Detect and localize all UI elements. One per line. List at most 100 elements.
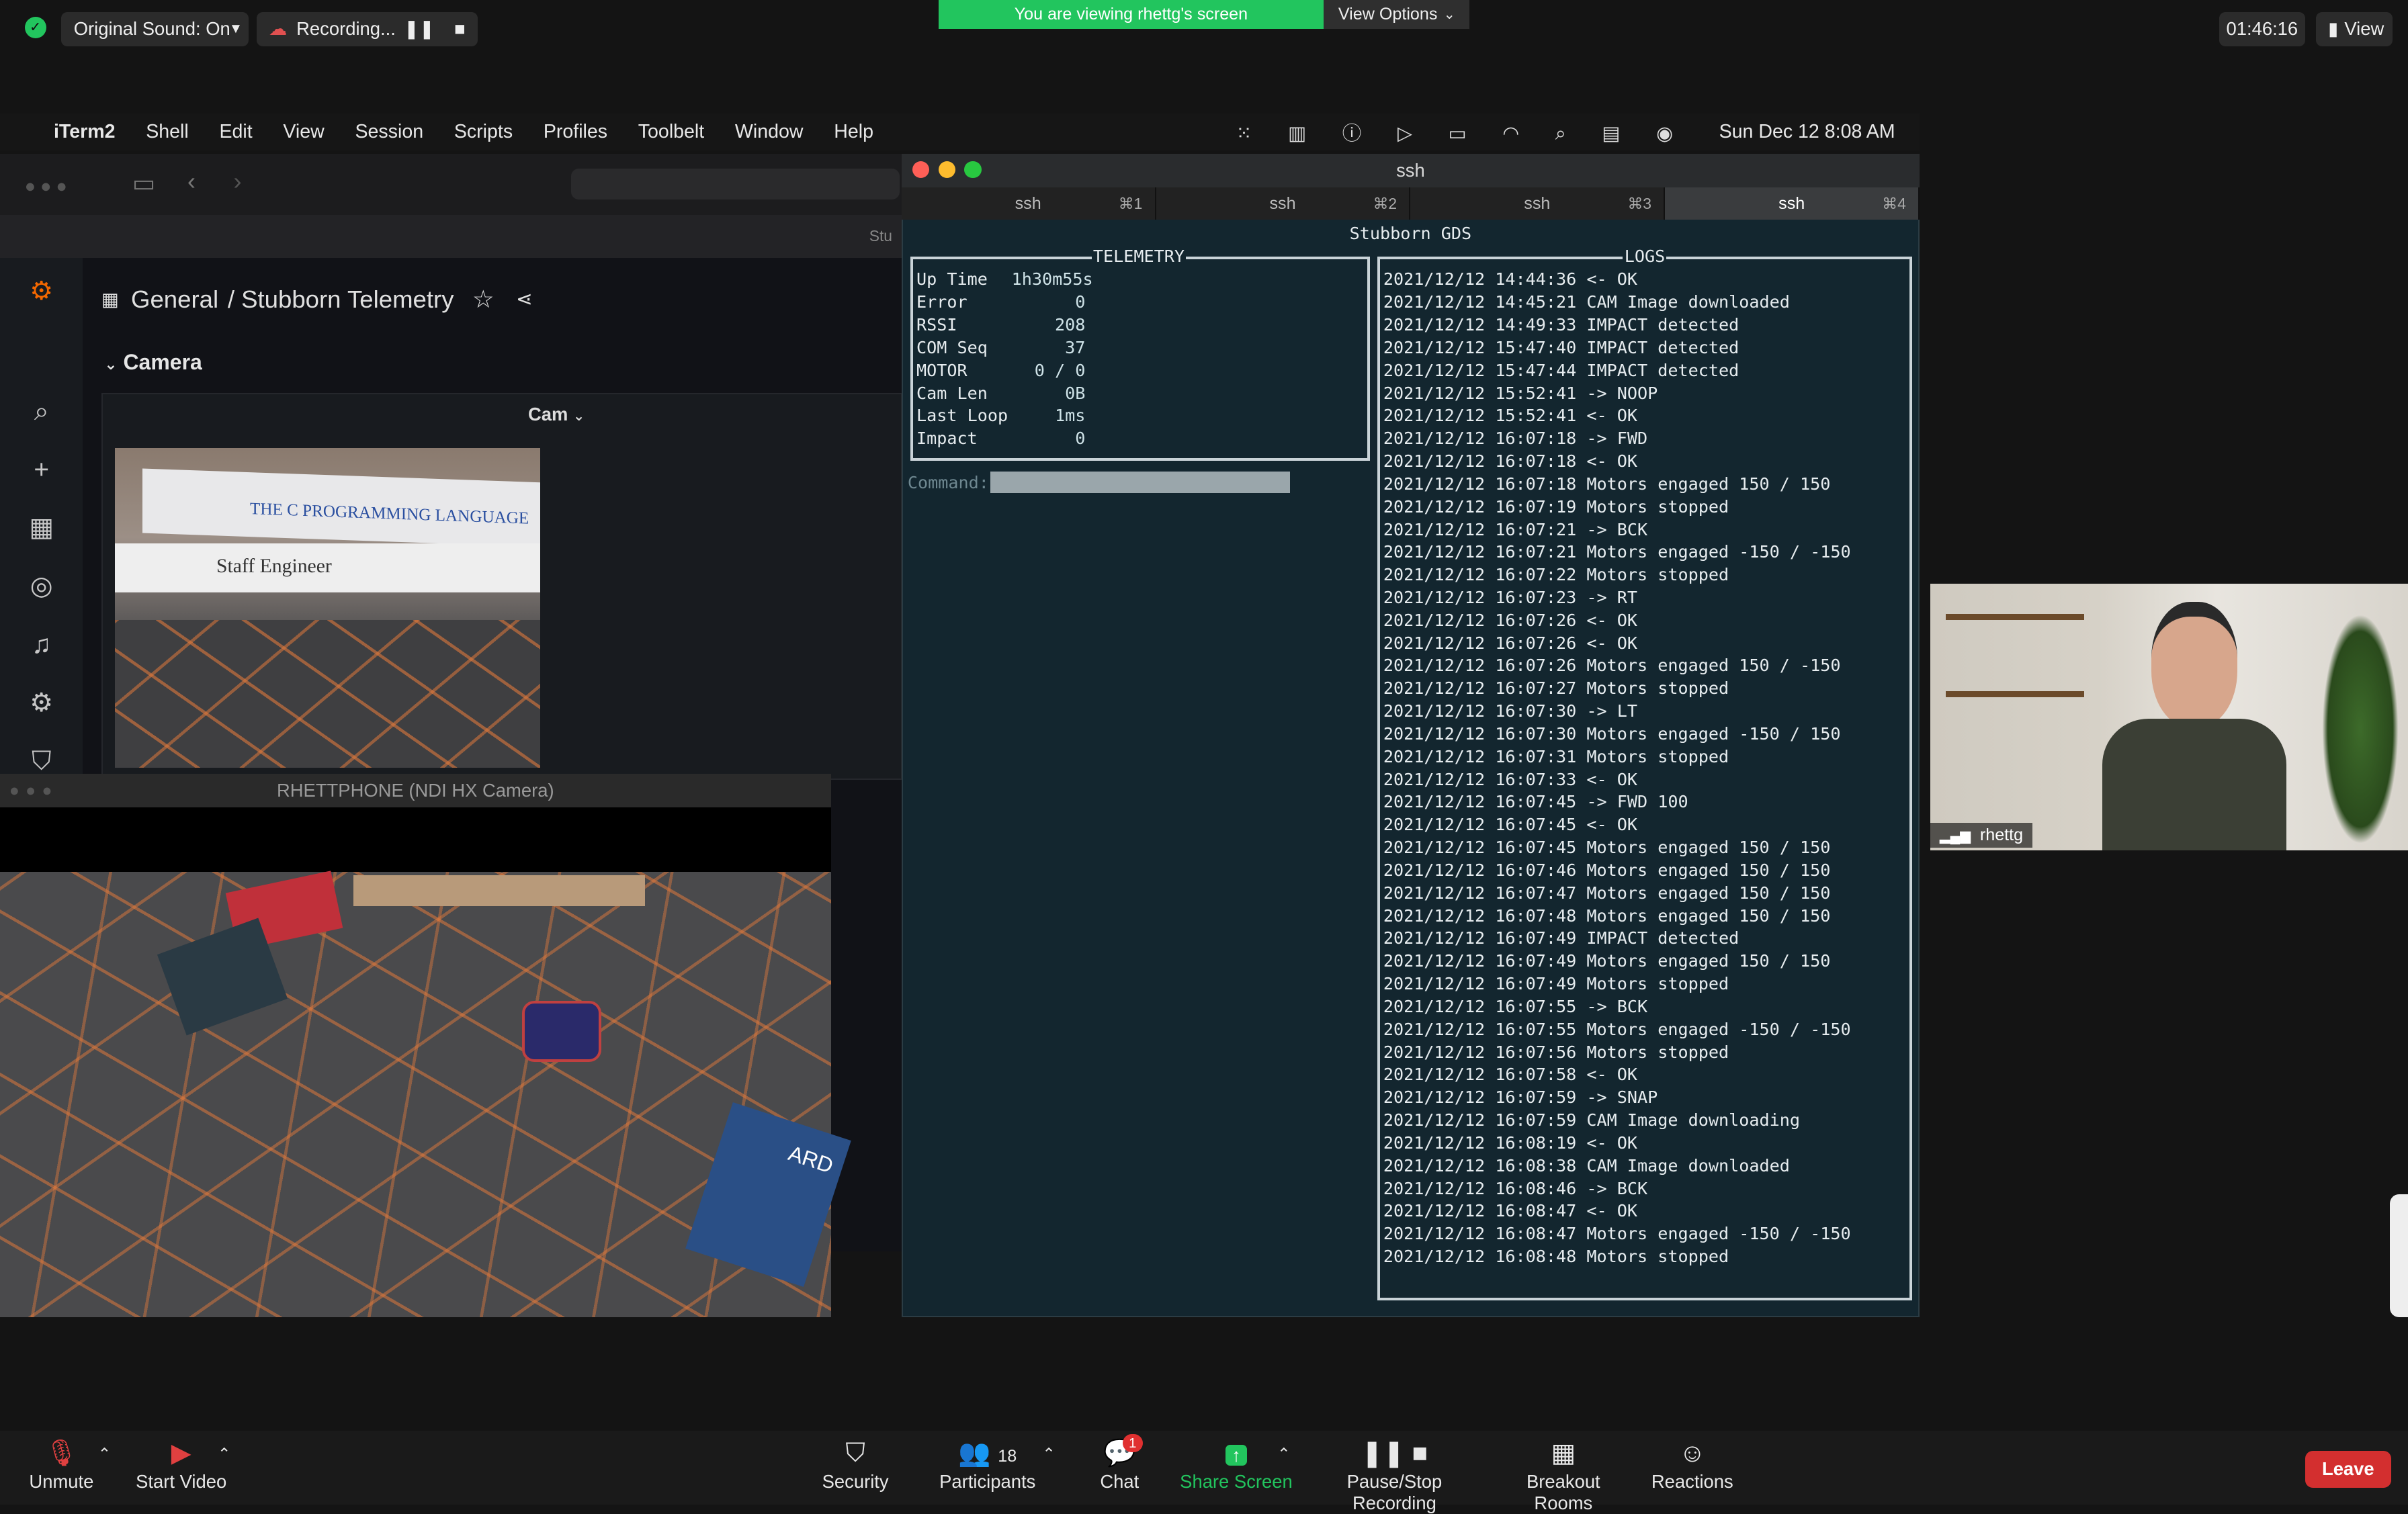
chevron-down-icon: ⌄ [1443,7,1455,23]
menu-item[interactable]: Toolbelt [638,121,704,143]
close-button[interactable] [912,161,929,179]
gear-icon[interactable]: ⚙ [26,688,57,719]
sidebar-toggle-icon[interactable]: ▭ [132,169,156,197]
shield-icon: ✓ [24,17,46,39]
menu-item[interactable]: Scripts [454,121,513,143]
breadcrumb-general[interactable]: General [131,285,218,314]
zoom-button[interactable] [964,161,982,179]
tab-key: ⌘2 [1373,194,1398,212]
row-camera[interactable]: ⌄ Camera [104,350,202,375]
log-line: 2021/12/12 16:08:47 Motors engaged -150 … [1383,1224,1851,1244]
tab-label: ssh [1015,193,1041,213]
participant-name: rhettg [1979,826,2024,845]
chat-button[interactable]: 💬 1 Chat [1090,1433,1149,1505]
tab-ssh-3[interactable]: ssh ⌘3 [1410,187,1666,220]
tab-ssh-1[interactable]: ssh ⌘1 [902,187,1156,220]
cam-panel: Cam ⌄ THE C PROGRAMMING LANGUAGE Staff E… [101,393,903,780]
log-line: 2021/12/12 16:07:19 Motors stopped [1383,496,1729,517]
back-icon[interactable]: ‹ [187,167,196,195]
pause-stop-recording-button[interactable]: ❚❚ ■ Pause/Stop Recording [1305,1437,1484,1513]
grafana-logo-icon[interactable]: ⚙ [26,276,57,307]
menubar-datetime[interactable]: Sun Dec 12 8:08 AM [1719,121,1895,143]
view-button[interactable]: ▮ View [2315,12,2393,46]
shield-icon[interactable]: ⛉ [26,746,57,777]
participant-name-tag: ▂▄▆ rhettg [1930,823,2032,848]
book-c-programming: THE C PROGRAMMING LANGUAGE [142,468,541,547]
participants-button[interactable]: 👥 18 Participants [937,1437,1038,1505]
menu-app[interactable]: iTerm2 [54,121,116,143]
forward-icon[interactable]: › [233,167,241,195]
reactions-button[interactable]: ☺ Reactions [1649,1437,1735,1505]
grafana-sidebar: ⚙ ⌕ + ▦ ◎ ♫ ⚙ ⛉ [0,257,83,788]
view-options-button[interactable]: View Options ⌄ [1324,0,1470,30]
pause-recording-icon[interactable]: ❚❚ [404,18,435,40]
plus-icon[interactable]: + [26,455,57,486]
minimize-button[interactable] [938,161,955,179]
log-line: 2021/12/12 16:07:47 Motors engaged 150 /… [1383,883,1831,903]
recording-indicator: ☁ Recording... ❚❚ ■ [256,12,478,46]
log-line: 2021/12/12 16:07:18 -> FWD [1383,429,1648,449]
panel-title[interactable]: Cam ⌄ [528,404,585,425]
telemetry-row: MOTOR 0 / 0 [916,359,1367,382]
log-line: 2021/12/12 16:07:26 <- OK [1383,610,1637,630]
log-line: 2021/12/12 16:07:18 Motors engaged 150 /… [1383,474,1831,494]
menu-item[interactable]: Help [834,121,873,143]
participant-video[interactable]: ▂▄▆ rhettg [1930,583,2408,851]
security-button[interactable]: ⛉ Security [814,1437,896,1505]
menu-item[interactable]: Shell [146,121,189,143]
book2-title: Staff Engineer [216,555,332,578]
breadcrumb-dashboard[interactable]: / Stubborn Telemetry [228,285,454,314]
menu-item[interactable]: Edit [219,121,252,143]
address-bar[interactable] [571,169,900,200]
telemetry-key: RSSI [916,315,957,335]
breakout-icon: ▦ [1551,1439,1576,1468]
search-icon[interactable]: ⌕ [26,396,57,427]
iterm-titlebar: ssh [901,153,1920,187]
log-line: 2021/12/12 16:07:45 -> FWD 100 [1383,792,1688,812]
tab-fragment[interactable]: Stu [869,227,892,245]
log-line: 2021/12/12 14:45:21 CAM Image downloaded [1383,292,1790,312]
unmute-label: Unmute [29,1470,94,1492]
menu-item[interactable]: Session [355,121,423,143]
chevron-down-icon: ⌄ [104,355,118,373]
participants-count: 18 [998,1447,1017,1466]
telemetry-value: 0 [1075,292,1086,312]
tab-ssh-2[interactable]: ssh ⌘2 [1156,187,1411,220]
signal-icon: ▂▄▆ [1939,828,1971,844]
tab-ssh-4[interactable]: ssh ⌘4 [1665,187,1920,220]
telemetry-value: 1h30m55s [1011,269,1093,290]
tab-key: ⌘4 [1882,194,1906,212]
breakout-rooms-button[interactable]: ▦ Breakout Rooms [1496,1437,1631,1513]
menu-item[interactable]: Profiles [544,121,607,143]
unmute-button[interactable]: 🎙 Unmute [25,1437,99,1505]
telemetry-key: COM Seq [916,337,988,357]
bell-icon[interactable]: ♫ [26,629,57,660]
chevron-up-icon[interactable]: ⌃ [215,1437,233,1505]
window-controls[interactable]: ●●● [9,774,58,807]
telemetry-value: 1ms [1054,406,1086,426]
dashboards-icon[interactable]: ▦ [26,513,57,543]
original-sound-button[interactable]: Original Sound: On ▼ [61,12,249,46]
stop-recording-icon[interactable]: ■ [454,18,466,40]
star-icon[interactable]: ☆ [472,285,494,314]
telemetry-value: 208 [1054,315,1086,335]
command-input[interactable] [990,471,1290,493]
log-line: 2021/12/12 16:08:48 Motors stopped [1383,1247,1729,1267]
start-video-label: Start Video [136,1470,227,1492]
status-icons[interactable]: ⁙ ▥ ⓘ ▷ ▭ ◠ ⌕ ▤ ◉ [1236,118,1688,146]
window-controls[interactable]: ●●● [25,175,72,197]
person [2102,596,2287,851]
menu-item[interactable]: View [283,121,324,143]
security-label: Security [822,1470,889,1492]
chevron-up-icon[interactable]: ⌃ [1039,1437,1058,1505]
menu-item[interactable]: Window [735,121,804,143]
share-icon[interactable]: ⋖ [516,287,533,311]
side-toolbar-handle[interactable] [2389,1194,2408,1318]
explore-icon[interactable]: ◎ [26,571,57,602]
leave-button[interactable]: Leave [2305,1450,2391,1488]
chevron-up-icon[interactable]: ⌃ [1275,1437,1293,1505]
chevron-up-icon[interactable]: ⌃ [95,1437,114,1505]
robot [522,1001,601,1062]
mic-muted-icon: 🎙 [44,1439,79,1468]
chevron-down-icon[interactable]: ▼ [229,21,243,37]
